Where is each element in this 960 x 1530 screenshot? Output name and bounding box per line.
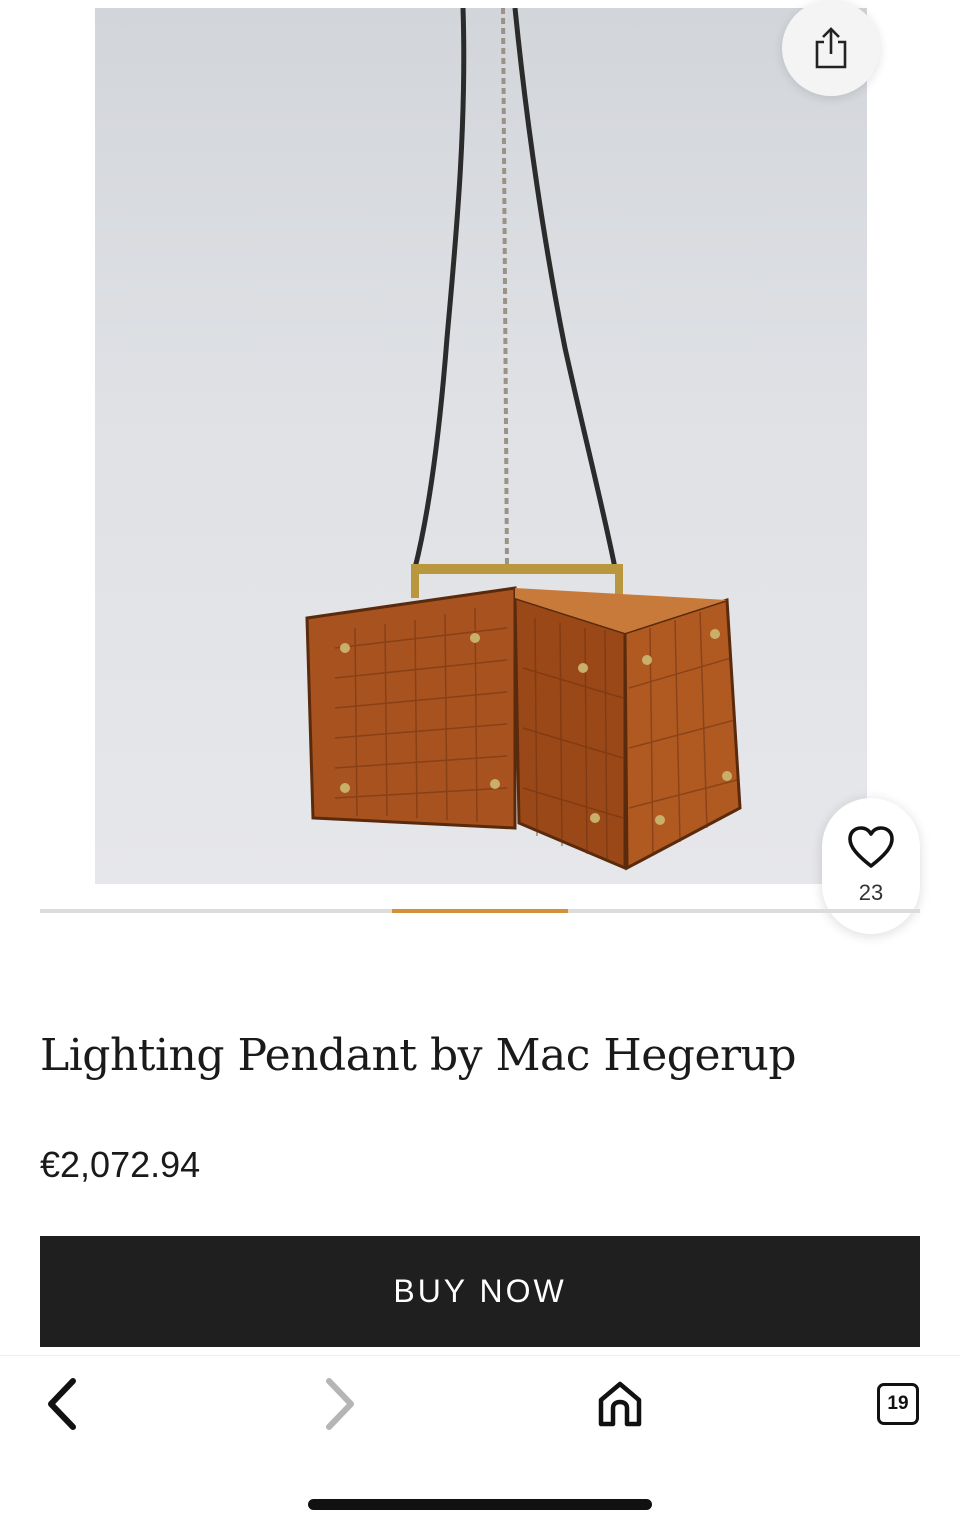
chevron-right-icon <box>326 1378 354 1430</box>
favorite-count: 23 <box>858 880 884 905</box>
heart-icon <box>848 826 894 868</box>
product-image[interactable] <box>95 8 867 884</box>
tabs-button[interactable]: 19 <box>868 1374 928 1434</box>
share-button[interactable] <box>782 0 880 96</box>
back-button[interactable] <box>32 1374 92 1434</box>
favorite-button[interactable]: 23 <box>822 798 920 934</box>
home-indicator <box>308 1499 652 1510</box>
carousel-active-segment <box>392 909 568 913</box>
home-icon <box>598 1381 642 1427</box>
share-icon <box>815 27 847 69</box>
forward-button[interactable] <box>310 1374 370 1434</box>
product-title: Lighting Pendant by Mac Hegerup <box>40 1030 797 1081</box>
product-price: €2,072.94 <box>40 1144 201 1185</box>
carousel-progress <box>40 909 920 913</box>
tabs-count: 19 <box>877 1383 919 1425</box>
chevron-left-icon <box>48 1378 76 1430</box>
home-button[interactable] <box>590 1374 650 1434</box>
buy-now-button[interactable]: BUY NOW <box>40 1236 920 1347</box>
